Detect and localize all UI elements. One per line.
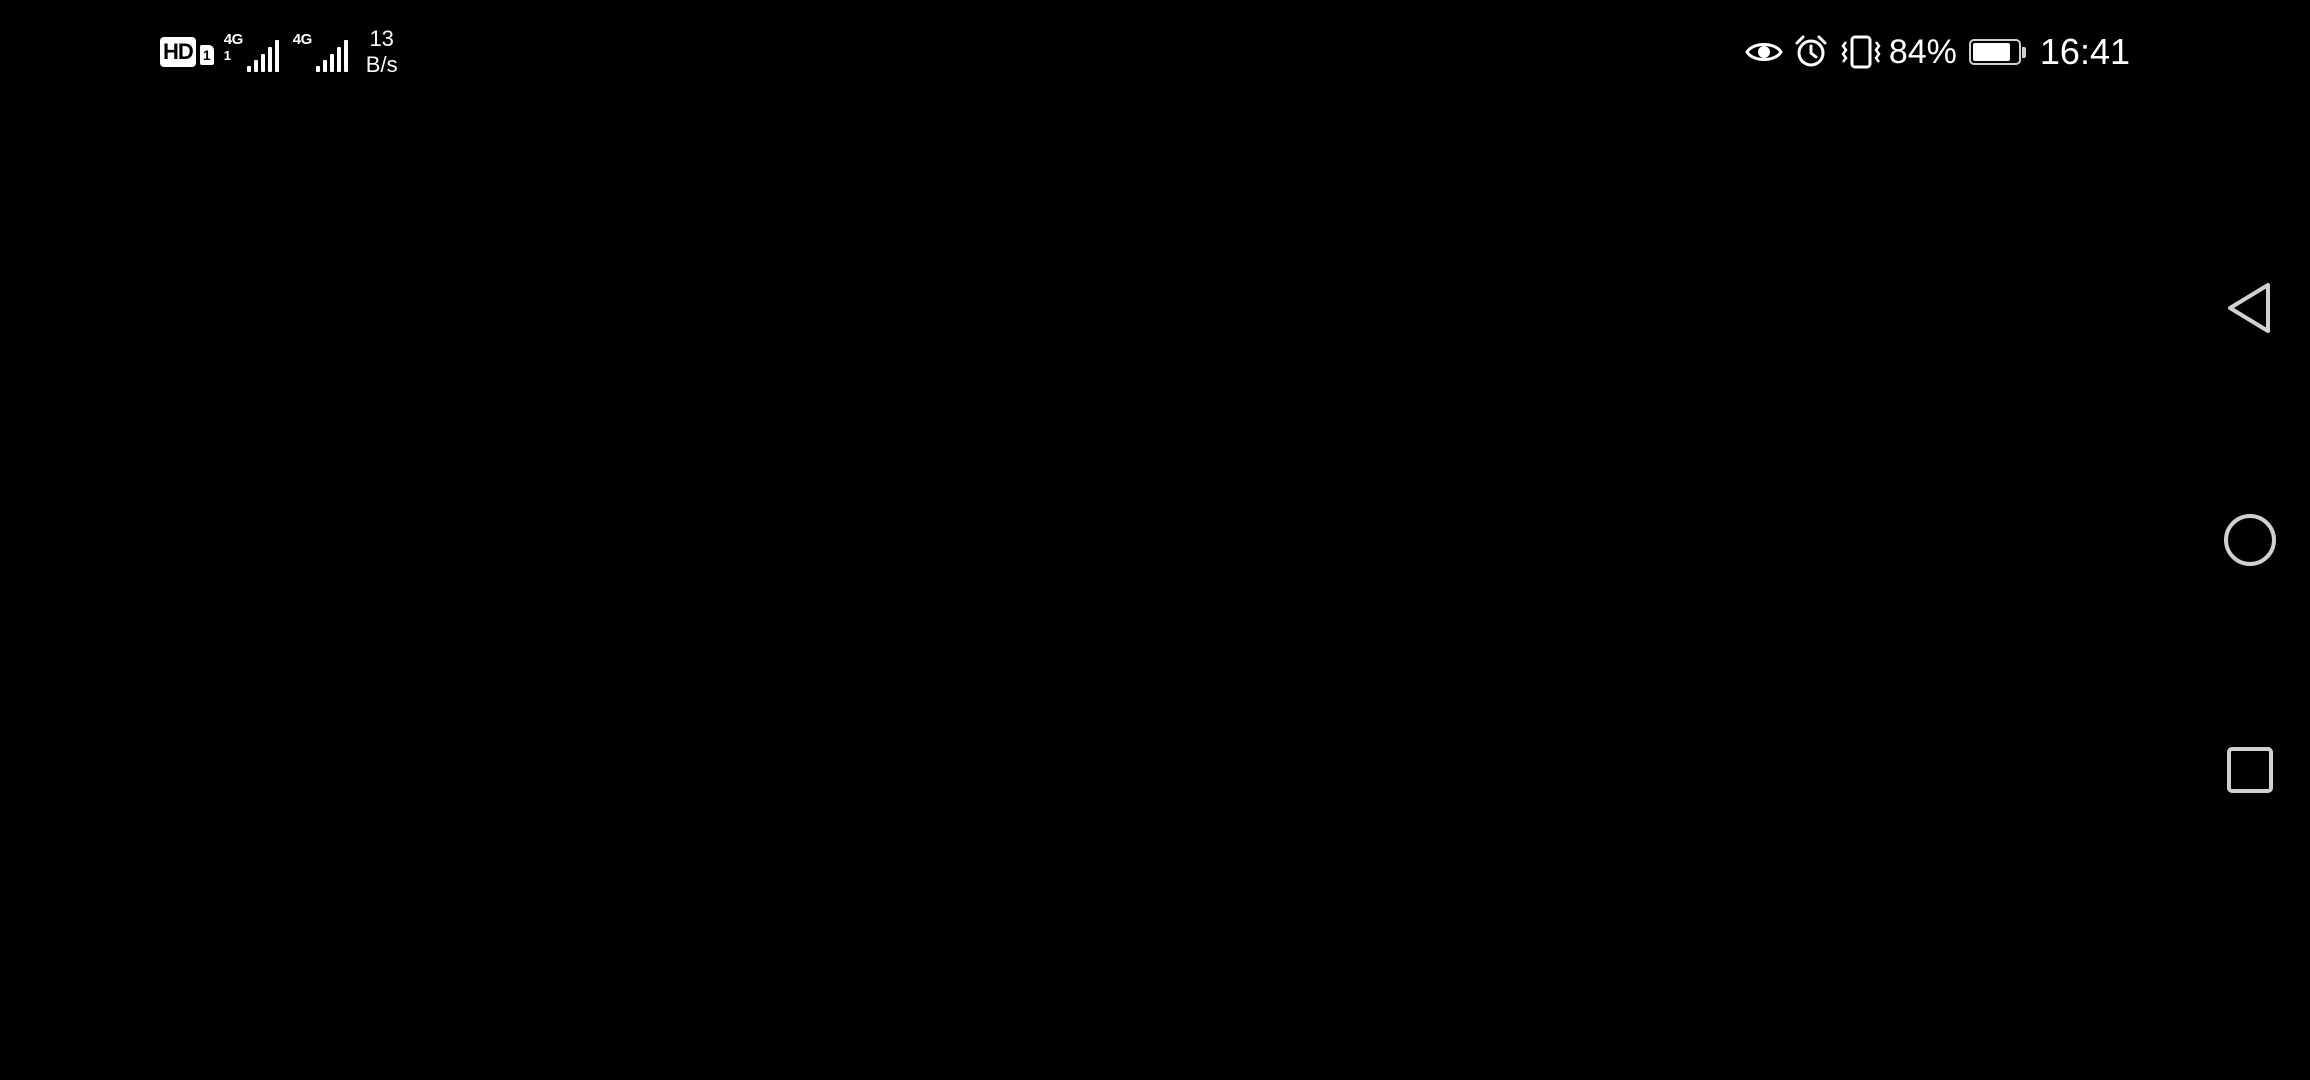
back-button[interactable]	[2220, 278, 2280, 338]
network-speed-unit: B/s	[365, 52, 398, 77]
eye-comfort-icon	[1745, 39, 1783, 65]
network-type-label: 4G	[223, 31, 244, 48]
signal-sim1: 4G 1	[224, 32, 279, 72]
signal-bars-icon	[313, 36, 348, 72]
vibrate-icon	[1839, 34, 1883, 70]
network-speed-value: 13	[369, 26, 394, 51]
network-type-label: 4G	[292, 31, 313, 48]
home-icon	[2224, 514, 2276, 566]
sim-label: 1	[199, 45, 214, 65]
hd-label: HD	[160, 37, 196, 67]
battery-fill	[1972, 43, 2010, 61]
signal-bars-icon	[244, 36, 279, 72]
navigation-bar	[2190, 0, 2310, 1080]
back-icon	[2228, 283, 2270, 333]
battery-icon	[1968, 39, 2026, 65]
network-speed: 13 B/s	[366, 26, 398, 78]
alarm-icon	[1793, 34, 1829, 70]
hd-voice-badge: HD 1	[160, 37, 214, 67]
recents-icon	[2227, 747, 2273, 793]
home-button[interactable]	[2220, 510, 2280, 570]
sim-index-label: 1	[223, 48, 232, 63]
signal-sim2: 4G	[293, 32, 348, 72]
recents-button[interactable]	[2220, 740, 2280, 800]
status-bar-left: HD 1 4G 1 4G 13 B/s	[160, 22, 398, 82]
screen: HD 1 4G 1 4G 13 B/s 84% 16:41	[0, 0, 2310, 1080]
status-bar-right: 84% 16:41	[1735, 22, 2130, 82]
clock: 16:41	[2039, 31, 2130, 72]
battery-percent: 84%	[1888, 32, 1957, 71]
